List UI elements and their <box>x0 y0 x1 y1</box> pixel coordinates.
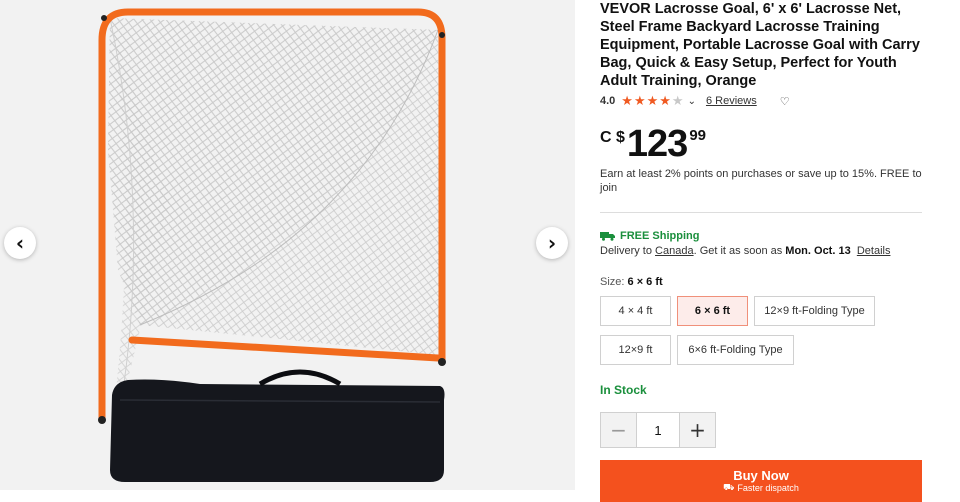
star-icon: ★ <box>621 93 633 109</box>
size-label-text: Size: <box>600 276 628 288</box>
divider <box>600 212 922 213</box>
product-title: VEVOR Lacrosse Goal, 6' x 6' Lacrosse Ne… <box>600 1 920 89</box>
reviews-link[interactable]: 6 Reviews <box>706 95 757 107</box>
size-selected: 6 × 6 ft <box>627 276 663 288</box>
size-option-6x6-folding[interactable]: 6×6 ft-Folding Type <box>677 335 794 365</box>
star-icon: ★ <box>633 93 646 109</box>
points-text: Earn at least 2% points on purchases or … <box>600 168 922 194</box>
star-icon: ★ <box>646 93 659 109</box>
truck-icon <box>600 232 615 241</box>
quantity-stepper: − 1 + <box>600 412 716 448</box>
star-icon: ★ <box>671 93 684 109</box>
free-shipping-label: FREE Shipping <box>620 230 700 242</box>
free-shipping: FREE Shipping <box>600 230 699 242</box>
size-option-12x9[interactable]: 12×9 ft <box>600 335 671 365</box>
chevron-right-icon[interactable]: › <box>536 227 568 259</box>
carry-bag <box>110 369 445 482</box>
country-link[interactable]: Canada <box>655 245 694 257</box>
rating-value: 4.0 <box>600 95 616 107</box>
faster-dispatch: ⛟ Faster dispatch <box>723 483 799 494</box>
buy-now-label: Buy Now <box>733 468 789 483</box>
price: C $ 123 99 <box>600 124 706 164</box>
faster-dispatch-label: Faster dispatch <box>737 483 799 493</box>
product-image <box>98 8 446 482</box>
size-label: Size: 6 × 6 ft <box>600 276 663 288</box>
size-option-4x4[interactable]: 4 × 4 ft <box>600 296 671 326</box>
price-main: 123 <box>626 123 688 165</box>
delivery-prefix: Delivery to <box>600 245 656 257</box>
minus-icon[interactable]: − <box>601 413 636 447</box>
plus-icon[interactable]: + <box>680 413 715 447</box>
size-option-12x9-folding[interactable]: 12×9 ft-Folding Type <box>754 296 875 326</box>
size-option-6x6[interactable]: 6 × 6 ft <box>677 296 748 326</box>
chevron-down-icon[interactable]: ⌄ <box>688 96 696 107</box>
stock-status: In Stock <box>600 383 647 397</box>
price-cents: 99 <box>689 127 706 144</box>
price-currency: C $ <box>600 129 625 146</box>
truck-icon: ⛟ <box>723 483 735 493</box>
star-icon: ★ <box>659 93 671 109</box>
details-link[interactable]: Details <box>857 245 891 257</box>
quantity-input[interactable]: 1 <box>636 413 680 447</box>
delivery-middle: . Get it as soon as <box>693 245 786 257</box>
rating-row: 4.0 ★ ★ ★ ★ ★ ⌄ 6 Reviews ♡ <box>600 92 922 110</box>
heart-icon[interactable]: ♡ <box>777 93 793 109</box>
product-info: VEVOR Lacrosse Goal, 6' x 6' Lacrosse Ne… <box>600 0 922 502</box>
delivery-info: Delivery to Canada. Get it as soon as Mo… <box>600 245 890 257</box>
rating-stars[interactable]: ★ ★ ★ ★ ★ <box>621 95 684 108</box>
delivery-date: Mon. Oct. 13 <box>785 245 851 257</box>
buy-now-button[interactable]: Buy Now ⛟ Faster dispatch <box>600 460 922 502</box>
product-gallery: ‹ › <box>0 0 575 490</box>
chevron-left-icon[interactable]: ‹ <box>4 227 36 259</box>
